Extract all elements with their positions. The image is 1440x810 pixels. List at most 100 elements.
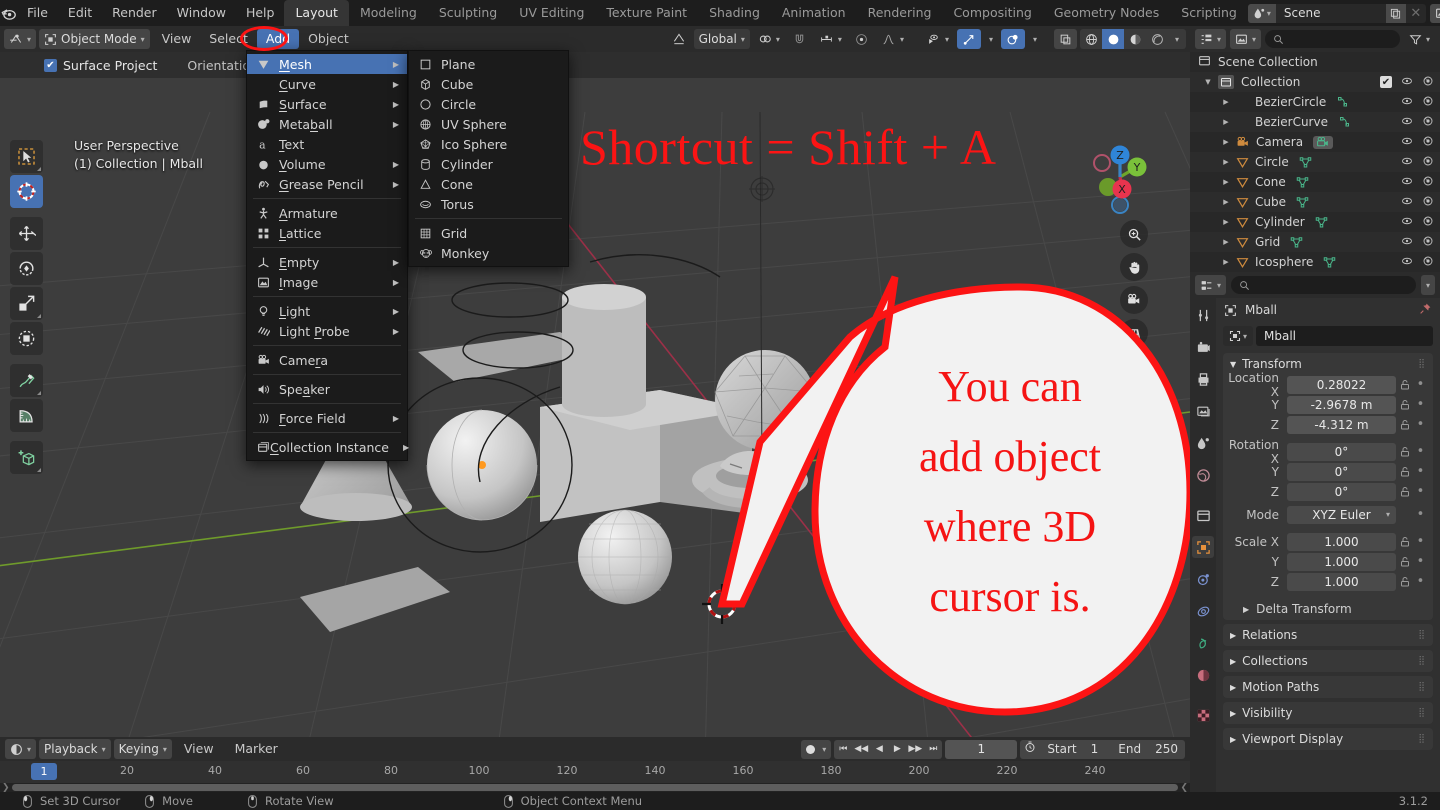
tool-annotate[interactable] bbox=[10, 364, 43, 397]
hide-in-viewport-icon[interactable] bbox=[1401, 235, 1413, 250]
timeline-editor[interactable]: ▾ Playback ▾ Keying ▾ View Marker ▾ ⏮ ◀◀ ◀… bbox=[0, 737, 1190, 793]
timeline-view-menu[interactable]: View bbox=[175, 739, 223, 759]
lock-icon[interactable] bbox=[1396, 399, 1414, 411]
object-data-icon[interactable] bbox=[1296, 196, 1309, 208]
disable-in-render-icon[interactable] bbox=[1422, 255, 1434, 270]
tab-collection[interactable] bbox=[1192, 504, 1214, 526]
mesh-menu-item-ico-sphere[interactable]: Ico Sphere bbox=[409, 134, 568, 154]
lock-icon[interactable] bbox=[1396, 536, 1414, 548]
disable-in-render-icon[interactable] bbox=[1422, 175, 1434, 190]
tab-world[interactable] bbox=[1192, 464, 1214, 486]
mesh-menu-item-torus[interactable]: Torus bbox=[409, 194, 568, 214]
blender-logo-icon[interactable] bbox=[0, 0, 17, 26]
hide-in-viewport-icon[interactable] bbox=[1401, 215, 1413, 230]
add-menu-item-armature[interactable]: Armature bbox=[247, 203, 407, 223]
object-data-icon[interactable] bbox=[1336, 96, 1350, 108]
outliner-display-mode-button[interactable]: ▾ bbox=[1230, 29, 1262, 49]
field-value[interactable]: 1.000 bbox=[1287, 552, 1396, 571]
workspace-tab-sculpting[interactable]: Sculpting bbox=[428, 0, 508, 26]
field-value[interactable]: -2.9678 m bbox=[1287, 395, 1396, 414]
transform-pivot-icon[interactable] bbox=[667, 29, 691, 49]
panel-motion-paths[interactable]: ▶ Motion Paths ⣿ bbox=[1223, 676, 1433, 698]
navigation-gizmo[interactable]: Y X Z bbox=[1080, 137, 1160, 217]
remove-scene-button[interactable]: ✕ bbox=[1406, 4, 1426, 23]
new-scene-button[interactable] bbox=[1385, 3, 1406, 23]
keying-menu[interactable]: Keying ▾ bbox=[113, 739, 172, 759]
scene-selector[interactable]: ▾ Scene ✕ bbox=[1247, 3, 1426, 23]
viewport-menu-add[interactable]: Add bbox=[256, 29, 300, 49]
object-name-field[interactable]: Mball bbox=[1256, 326, 1433, 346]
add-menu-item-camera[interactable]: Camera bbox=[247, 350, 407, 370]
top-menu-file[interactable]: File bbox=[17, 0, 58, 26]
rotation-mode-select[interactable]: XYZ Euler ▾ bbox=[1287, 505, 1396, 524]
hide-in-viewport-icon[interactable] bbox=[1401, 75, 1413, 90]
mesh-menu-item-plane[interactable]: Plane bbox=[409, 54, 568, 74]
add-menu-item-image[interactable]: Image ▶ bbox=[247, 272, 407, 292]
proportional-falloff-icon[interactable] bbox=[850, 29, 873, 49]
tab-material[interactable] bbox=[1192, 664, 1214, 686]
add-menu-item-empty[interactable]: Empty ▶ bbox=[247, 252, 407, 272]
tab-view-layer[interactable] bbox=[1192, 400, 1214, 422]
mesh-submenu-dropdown[interactable]: Plane Cube Circle UV Sphere Ico Sphere Cylind… bbox=[408, 50, 569, 267]
hide-in-viewport-icon[interactable] bbox=[1401, 115, 1413, 130]
tab-object[interactable] bbox=[1192, 536, 1214, 558]
solid-shading-icon[interactable] bbox=[1102, 29, 1124, 49]
tool-move[interactable] bbox=[10, 217, 43, 250]
panel-visibility[interactable]: ▶ Visibility ⣿ bbox=[1223, 702, 1433, 724]
play-reverse-button[interactable]: ◀ bbox=[870, 740, 888, 759]
jump-to-start-button[interactable]: ⏮ bbox=[834, 740, 852, 759]
viewlayer-selector[interactable]: ▾ ViewLayer ✕ bbox=[1429, 3, 1440, 23]
outliner-object-row[interactable]: ▶ Icosphere bbox=[1190, 252, 1440, 272]
expand-triangle-icon[interactable]: ▼ bbox=[1202, 78, 1214, 86]
object-type-icon[interactable]: ▾ bbox=[1223, 326, 1253, 346]
viewport-menu-object[interactable]: Object bbox=[299, 29, 358, 49]
orthographic-toggle-icon[interactable] bbox=[1120, 319, 1148, 347]
gizmo-toggle[interactable] bbox=[956, 29, 981, 49]
wireframe-shading-icon[interactable] bbox=[1080, 29, 1102, 49]
expand-triangle-icon[interactable]: ▶ bbox=[1220, 118, 1232, 126]
animate-property-dot[interactable]: • bbox=[1414, 555, 1427, 568]
panel-header[interactable]: ▶ Motion Paths ⣿ bbox=[1223, 676, 1433, 698]
outliner-filter-icon[interactable]: ▾ bbox=[1404, 29, 1435, 49]
disable-in-render-icon[interactable] bbox=[1422, 155, 1434, 170]
properties-search-input[interactable] bbox=[1231, 276, 1416, 294]
panel-header[interactable]: ▶ Visibility ⣿ bbox=[1223, 702, 1433, 724]
timeline-scrollbar[interactable]: ❯ ❮ bbox=[0, 783, 1190, 793]
mesh-menu-item-monkey[interactable]: Monkey bbox=[409, 243, 568, 263]
properties-editor-type-button[interactable]: ▾ bbox=[1195, 275, 1227, 295]
gizmo-dropdown[interactable]: ▾ bbox=[984, 29, 998, 49]
tab-physics[interactable] bbox=[1192, 632, 1214, 654]
tool-cursor[interactable] bbox=[10, 175, 43, 208]
expand-triangle-icon[interactable]: ▶ bbox=[1220, 218, 1232, 226]
object-data-icon[interactable] bbox=[1290, 236, 1303, 248]
snap-magnet-icon[interactable] bbox=[788, 29, 811, 49]
zoom-icon[interactable] bbox=[1120, 220, 1148, 248]
workspace-tab-uv-editing[interactable]: UV Editing bbox=[508, 0, 595, 26]
outliner-object-row[interactable]: ▶ Cone bbox=[1190, 172, 1440, 192]
visibility-selectability-icon[interactable]: ▾ bbox=[921, 29, 954, 49]
tool-measure[interactable] bbox=[10, 399, 43, 432]
disable-in-render-icon[interactable] bbox=[1422, 215, 1434, 230]
field-value[interactable]: -4.312 m bbox=[1287, 415, 1396, 434]
viewport-menu-select[interactable]: Select bbox=[200, 29, 257, 49]
object-data-icon[interactable] bbox=[1338, 116, 1352, 128]
lock-icon[interactable] bbox=[1396, 466, 1414, 478]
workspace-tab-compositing[interactable]: Compositing bbox=[942, 0, 1042, 26]
mesh-menu-item-cylinder[interactable]: Cylinder bbox=[409, 154, 568, 174]
field-value[interactable]: 0° bbox=[1287, 462, 1396, 481]
editor-type-selector[interactable]: ▾ bbox=[4, 29, 37, 49]
properties-editor[interactable]: ▾ ▾ Mball ▾ Mball ▼ Transform ⣿ Location… bbox=[1190, 272, 1440, 792]
hide-in-viewport-icon[interactable] bbox=[1401, 255, 1413, 270]
outliner-object-row[interactable]: ▶ BezierCurve bbox=[1190, 112, 1440, 132]
hide-in-viewport-icon[interactable] bbox=[1401, 175, 1413, 190]
hide-in-viewport-icon[interactable] bbox=[1401, 95, 1413, 110]
add-menu-item-light-probe[interactable]: Light Probe ▶ bbox=[247, 321, 407, 341]
snap-target-icon[interactable]: ▾ bbox=[753, 29, 785, 49]
current-frame-field[interactable]: 1 bbox=[945, 739, 1018, 759]
expand-triangle-icon[interactable]: ▶ bbox=[1220, 158, 1232, 166]
overlays-toggle[interactable] bbox=[1000, 29, 1025, 49]
hide-in-viewport-icon[interactable] bbox=[1401, 135, 1413, 150]
field-value[interactable]: 0° bbox=[1287, 442, 1396, 461]
transport-buttons[interactable]: ⏮ ◀◀ ◀ ▶ ▶▶ ⏭ bbox=[834, 739, 943, 759]
playhead-frame-indicator[interactable]: 1 bbox=[31, 763, 57, 780]
